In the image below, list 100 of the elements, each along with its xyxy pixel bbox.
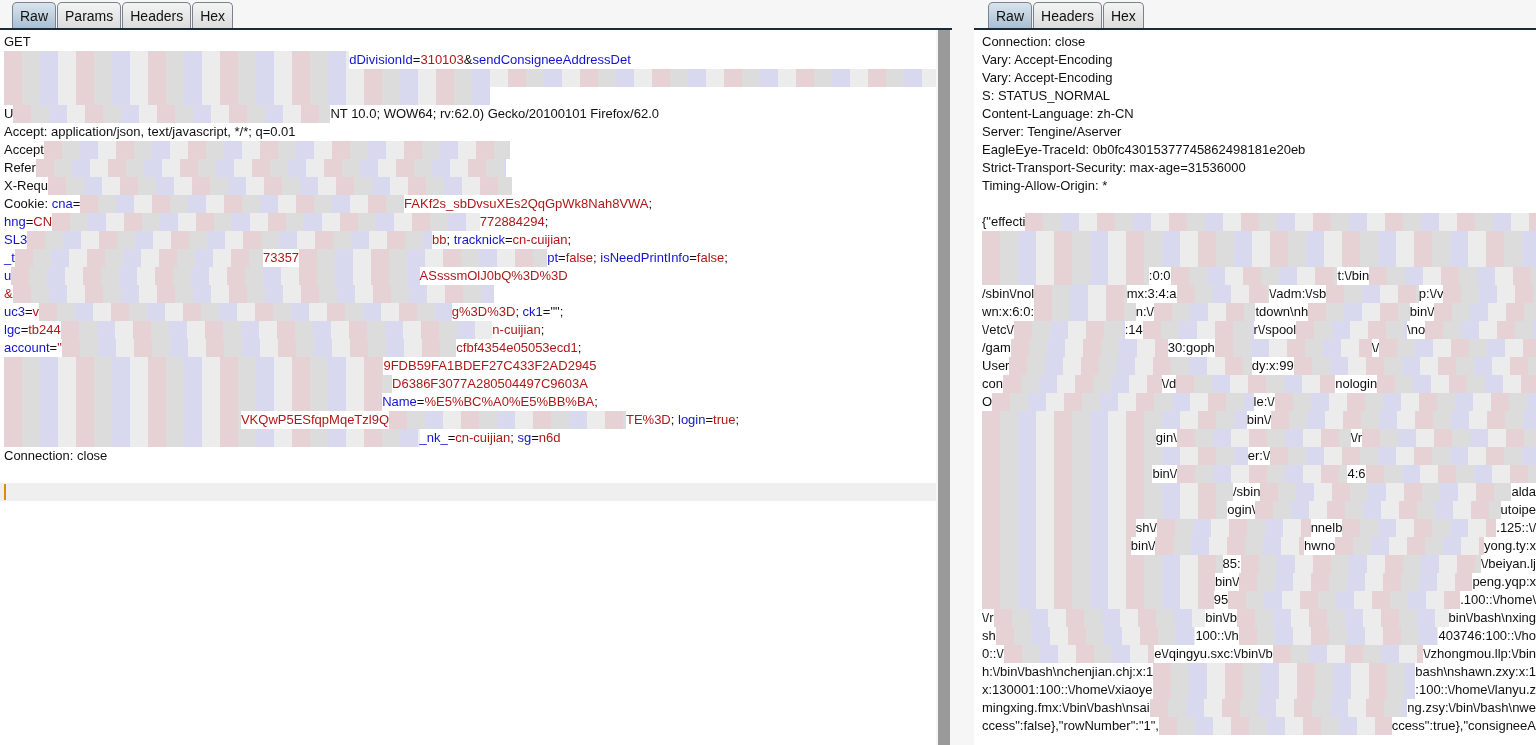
code-text: 95: [1213, 591, 1229, 609]
code-text: ;: [594, 393, 598, 411]
code-text: n-cuijian: [492, 321, 541, 339]
code-text: t:\/bin: [1337, 267, 1370, 285]
code-text: &: [463, 51, 473, 69]
code-text: lgc: [4, 321, 21, 339]
code-text: u: [4, 267, 12, 285]
code-text: ccess":false},"rowNumber":"1",: [982, 717, 1159, 735]
scrollbar[interactable]: [938, 30, 950, 745]
code-text: dDivisionId: [349, 51, 413, 69]
code-text: 310103: [420, 51, 464, 69]
code-text: ;: [577, 339, 582, 357]
code-text: =: [505, 231, 513, 249]
code-text: 4:6: [1347, 465, 1366, 483]
code-text: sg: [517, 429, 532, 447]
code-text: ="";: [542, 303, 564, 321]
code-text: :0:0: [1148, 267, 1171, 285]
code-text: =: [558, 249, 566, 267]
code-text: Accept: application/json, text/javascript, */*; q=0.01: [4, 123, 296, 141]
message-editor[interactable]: [974, 30, 1536, 745]
code-text: bin\/: [1214, 573, 1240, 591]
tab[interactable]: Hex: [192, 2, 234, 28]
code-text: hwno: [1304, 537, 1336, 555]
code-text: cna: [51, 195, 73, 213]
code-text: x:130001:100::\/home\/xiaoye: [982, 681, 1153, 699]
code-text: Connection: close: [982, 33, 1086, 51]
code-text: =: [20, 321, 29, 339]
code-text: Strict-Transport-Security: max-age=31536000: [982, 159, 1246, 177]
code-text: ;: [540, 321, 545, 339]
tab[interactable]: Headers: [122, 2, 192, 28]
code-text: tracknick: [453, 231, 505, 249]
code-text: ng.zsy:\/bin\/bash\nwe: [1407, 699, 1536, 717]
code-text: n:\/: [1135, 303, 1154, 321]
code-text: bash\nshawn.zxy:x:1: [1415, 663, 1536, 681]
code-text: con: [982, 375, 1003, 393]
code-text: 403746:100::\/ho: [1438, 627, 1536, 645]
code-text: ck1: [522, 303, 543, 321]
code-text: :14: [1124, 321, 1143, 339]
code-text: =: [689, 249, 697, 267]
code-text: Vary: Accept-Encoding: [982, 69, 1113, 87]
code-text: FAKf2s_sbDvsuXEs2QqGpWk8Nah8VWA: [404, 195, 649, 213]
tab[interactable]: Raw: [988, 2, 1032, 28]
code-text: tdown\nh: [1255, 303, 1309, 321]
code-text: er:\/: [1247, 447, 1271, 465]
code-text: Vary: Accept-Encoding: [982, 51, 1113, 69]
code-text: ASsssmOlJ0bQ%3D%3D: [419, 267, 568, 285]
code-text: ;: [544, 213, 549, 231]
code-text: =: [24, 303, 33, 321]
code-text: bin\/: [1152, 465, 1178, 483]
tab[interactable]: Params: [57, 2, 122, 28]
code-text: login: [678, 411, 706, 429]
code-text: 772884294: [479, 213, 545, 231]
code-text: sh: [982, 627, 996, 645]
code-text: /sbin: [1233, 483, 1261, 501]
code-text: _t: [4, 249, 15, 267]
code-text: &: [4, 285, 13, 303]
code-text: U: [4, 105, 14, 123]
code-text: ;: [515, 303, 520, 321]
code-text: Name: [382, 393, 417, 411]
code-text: ": [57, 339, 62, 357]
code-text: e\/qingyu.sxc:\/bin\/b: [1154, 645, 1273, 663]
code-text: \/beiyan.lj: [1481, 555, 1536, 573]
code-text: .125::\/: [1496, 519, 1536, 537]
code-text: nnelb: [1310, 519, 1343, 537]
code-text: NT 10.0; WOW64; rv:62.0) Gecko/20100101 Firefox/62.0: [330, 105, 659, 123]
tab[interactable]: Raw: [12, 2, 56, 28]
code-text: sendConsigneeAddressDet: [472, 51, 631, 69]
code-text: uc3: [4, 303, 25, 321]
code-text: ;: [735, 411, 740, 429]
code-text: \/: [1371, 339, 1380, 357]
code-text: \/adm:\/sb: [1269, 285, 1327, 303]
code-text: ;: [593, 249, 598, 267]
code-text: Refer: [4, 159, 36, 177]
code-text: cfbf4354e05053ecd1: [456, 339, 578, 357]
code-text: \/d: [1161, 375, 1177, 393]
code-text: pt: [547, 249, 559, 267]
tab[interactable]: Headers: [1033, 2, 1102, 28]
code-text: gin\: [1155, 429, 1177, 447]
code-text: 0::\/: [982, 645, 1004, 663]
code-text: mingxing.fmx:\/bin\/bash\nsai: [982, 699, 1150, 717]
code-text: p:\/v: [1418, 285, 1444, 303]
code-text: ;: [510, 429, 515, 447]
code-text: \/etc\/: [982, 321, 1014, 339]
code-text: alda: [1511, 483, 1536, 501]
code-text: n6d: [538, 429, 561, 447]
code-text: 100::\/h: [1195, 627, 1239, 645]
code-text: ccess":true},"consigneeA: [1391, 717, 1536, 735]
code-text: TE%3D: [625, 411, 671, 429]
code-text: \/r: [982, 609, 994, 627]
code-text: =: [72, 195, 81, 213]
code-text: ;: [670, 411, 676, 429]
tab[interactable]: Hex: [1102, 2, 1144, 28]
code-text: v: [32, 303, 40, 321]
code-text: dy:x:99: [1251, 357, 1294, 375]
text-cursor: [4, 484, 6, 500]
code-text: sh\/: [1135, 519, 1157, 537]
code-text: X-Requ: [4, 177, 49, 195]
code-text: cn-cuijian: [512, 231, 568, 249]
code-text: bin\/: [1130, 537, 1156, 555]
code-text: {"effecti: [982, 213, 1026, 231]
